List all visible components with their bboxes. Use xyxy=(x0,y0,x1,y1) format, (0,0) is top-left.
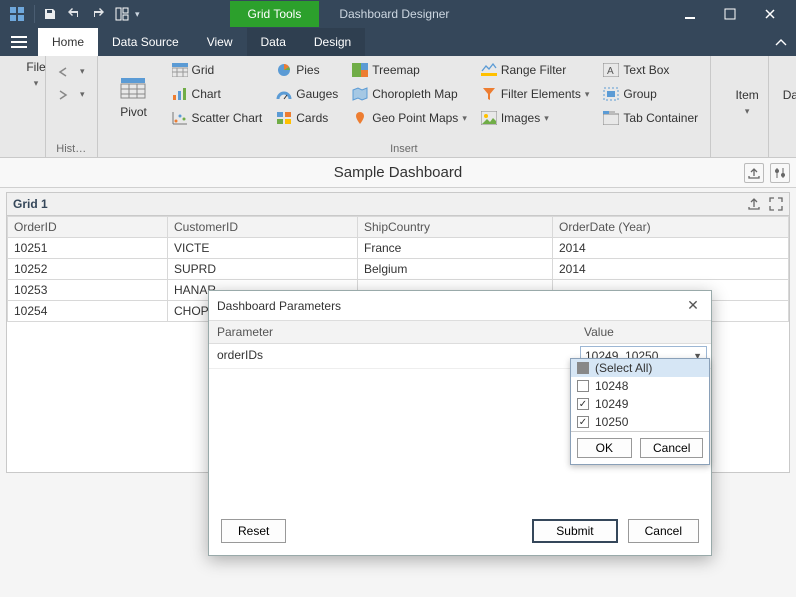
scatter-button[interactable]: Scatter Chart xyxy=(168,108,267,128)
tabs-icon xyxy=(603,110,619,126)
table-row: 10252SUPRDBelgium2014 xyxy=(8,259,789,280)
item-button[interactable]: Item ▾ xyxy=(719,60,775,117)
tab-design[interactable]: Design xyxy=(300,28,365,56)
funnel-icon xyxy=(481,86,497,102)
gauges-button[interactable]: Gauges xyxy=(272,84,342,104)
dialog-close-icon[interactable]: ✕ xyxy=(683,297,703,314)
treemap-icon xyxy=(352,62,368,78)
choropleth-button[interactable]: Choropleth Map xyxy=(348,84,471,104)
col-parameter: Parameter xyxy=(209,321,576,343)
cards-button[interactable]: Cards xyxy=(272,108,342,128)
option-10250[interactable]: ✓10250 xyxy=(571,413,709,431)
export-icon[interactable] xyxy=(744,163,764,183)
svg-text:A: A xyxy=(607,66,614,77)
dropdown-cancel-button[interactable]: Cancel xyxy=(640,438,703,458)
reset-button[interactable]: Reset xyxy=(221,519,286,543)
param-name: orderIDs xyxy=(209,344,576,368)
chart-icon xyxy=(172,86,188,102)
range-icon xyxy=(481,62,497,78)
app-title: Dashboard Designer xyxy=(339,7,449,21)
insert-group-label: Insert xyxy=(106,141,703,155)
history-group-label: Hist… xyxy=(54,141,89,155)
treemap-button[interactable]: Treemap xyxy=(348,60,471,80)
value-dropdown: (Select All) 10248 ✓10249 ✓10250 OK Canc… xyxy=(570,358,710,465)
menu-icon[interactable] xyxy=(0,28,38,56)
map-icon xyxy=(352,86,368,102)
pivot-icon xyxy=(120,77,148,101)
save-icon[interactable] xyxy=(39,3,61,25)
file-label: File xyxy=(26,60,45,74)
tabcontainer-button[interactable]: Tab Container xyxy=(599,108,702,128)
gauges-icon xyxy=(276,86,292,102)
table-header-row: OrderID CustomerID ShipCountry OrderDate… xyxy=(8,217,789,238)
title-bar: ▾ Grid Tools Dashboard Designer xyxy=(0,0,796,28)
checkbox-checked-icon: ✓ xyxy=(577,416,589,428)
dashboard-header: Sample Dashboard xyxy=(0,158,796,188)
dropdown-ok-button[interactable]: OK xyxy=(577,438,632,458)
maximize-button[interactable] xyxy=(710,2,750,26)
dialog-title: Dashboard Parameters xyxy=(217,299,341,313)
checkbox-checked-icon: ✓ xyxy=(577,398,589,410)
pivot-button[interactable]: Pivot xyxy=(106,60,162,136)
pies-icon xyxy=(276,62,292,78)
group-icon xyxy=(603,86,619,102)
pies-button[interactable]: Pies xyxy=(272,60,342,80)
contextual-tab-grid-tools[interactable]: Grid Tools xyxy=(230,1,320,27)
grid-icon xyxy=(172,62,188,78)
range-filter-button[interactable]: Range Filter xyxy=(477,60,594,80)
group-button[interactable]: Group xyxy=(599,84,702,104)
textbox-icon: A xyxy=(603,62,619,78)
scatter-icon xyxy=(172,110,188,126)
cards-icon xyxy=(276,110,292,126)
tab-data[interactable]: Data xyxy=(247,28,300,56)
option-10248[interactable]: 10248 xyxy=(571,377,709,395)
grid-maximize-icon[interactable] xyxy=(769,197,783,211)
geopoint-button[interactable]: Geo Point Maps▾ xyxy=(348,108,471,128)
parameters-icon[interactable] xyxy=(770,163,790,183)
image-icon xyxy=(481,110,497,126)
undo-icon[interactable] xyxy=(63,3,85,25)
hist-back-button[interactable]: ▾ xyxy=(54,64,89,79)
close-button[interactable] xyxy=(750,2,790,26)
tab-home[interactable]: Home xyxy=(38,28,98,56)
col-value: Value xyxy=(576,321,711,343)
hist-fwd-button[interactable]: ▾ xyxy=(54,87,89,102)
table-row: 10251VICTEFrance2014 xyxy=(8,238,789,259)
grid-button[interactable]: Grid xyxy=(168,60,267,80)
redo-icon[interactable] xyxy=(87,3,109,25)
ribbon: File ▾ ▾ ▾ Hist… Pivot Grid Chart Scatte… xyxy=(0,56,796,158)
ribbon-tabs: Home Data Source View Data Design xyxy=(0,28,796,56)
chart-button[interactable]: Chart xyxy=(168,84,267,104)
tab-data-source[interactable]: Data Source xyxy=(98,28,193,56)
textbox-button[interactable]: AText Box xyxy=(599,60,702,80)
pin-icon xyxy=(352,110,368,126)
layout-icon[interactable] xyxy=(111,3,133,25)
checkbox-indeterminate-icon xyxy=(577,362,589,374)
grid-export-icon[interactable] xyxy=(747,197,761,211)
tab-view[interactable]: View xyxy=(193,28,247,56)
option-10249[interactable]: ✓10249 xyxy=(571,395,709,413)
collapse-ribbon-icon[interactable] xyxy=(766,28,796,56)
grid-title: Grid 1 xyxy=(13,197,48,211)
checkbox-icon xyxy=(577,380,589,392)
dashboard-title: Sample Dashboard xyxy=(334,164,462,181)
dialog-cancel-button[interactable]: Cancel xyxy=(628,519,699,543)
submit-button[interactable]: Submit xyxy=(532,519,617,543)
app-icon xyxy=(6,3,28,25)
option-select-all[interactable]: (Select All) xyxy=(571,359,709,377)
minimize-button[interactable] xyxy=(670,2,710,26)
images-button[interactable]: Images▾ xyxy=(477,108,594,128)
dashboard-button[interactable]: Dashboard ▾ xyxy=(777,60,796,117)
filter-elements-button[interactable]: Filter Elements▾ xyxy=(477,84,594,104)
